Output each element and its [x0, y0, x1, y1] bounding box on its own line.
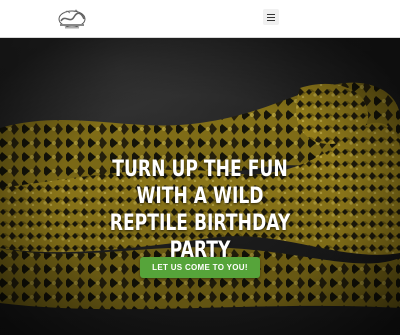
menu-button[interactable] — [263, 9, 279, 25]
site-header — [0, 0, 400, 38]
hero-banner: TURN UP THE FUN WITH A WILD REPTILE BIRT… — [0, 38, 400, 335]
hamburger-menu-icon — [267, 13, 275, 15]
reptile-logo-icon[interactable] — [54, 8, 90, 30]
let-us-come-to-you-button[interactable]: LET US COME TO YOU! — [140, 257, 260, 278]
hero-headline: TURN UP THE FUN WITH A WILD REPTILE BIRT… — [109, 157, 291, 263]
